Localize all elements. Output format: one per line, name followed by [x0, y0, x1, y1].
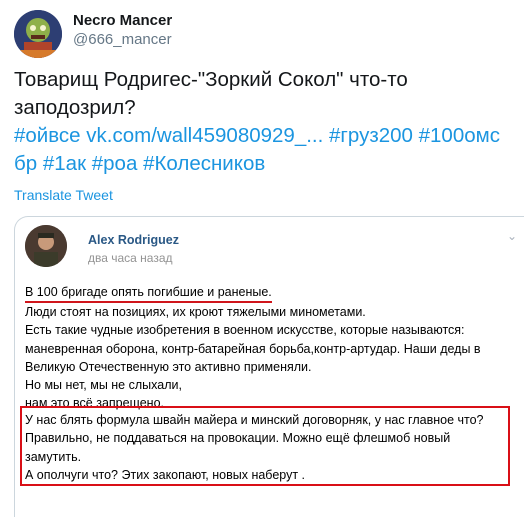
- hashtag-link[interactable]: #роа: [92, 152, 138, 175]
- attached-image[interactable]: Alex Rodriguez два часа назад ⌄ В 100 бр…: [14, 216, 524, 517]
- hashtag-link[interactable]: #груз200: [329, 124, 413, 147]
- avatar[interactable]: [14, 10, 62, 58]
- vk-line: Великую Отечественную это активно примен…: [25, 359, 312, 374]
- tweet-text-plain: Товарищ Родригес-"Зоркий Сокол" что-то з…: [14, 68, 408, 119]
- vk-author-name: Alex Rodriguez: [88, 233, 179, 247]
- vk-boxed-line: Правильно, не поддаваться на провокации.…: [25, 431, 451, 446]
- tweet: Necro Mancer @666_mancer Товарищ Родриге…: [0, 0, 524, 517]
- user-handle[interactable]: @666_mancer: [73, 31, 172, 48]
- vk-time-label: два часа назад: [88, 251, 173, 265]
- hashtag-link[interactable]: #ойвсе: [14, 124, 81, 147]
- vk-line-underlined: В 100 бригаде опять погибшие и раненые.: [25, 284, 272, 303]
- tweet-text: Товарищ Родригес-"Зоркий Сокол" что-то з…: [14, 66, 519, 178]
- hashtag-link[interactable]: #Колесников: [143, 152, 265, 175]
- hashtag-link[interactable]: бр: [14, 152, 37, 175]
- vk-boxed-line: У нас блять формула швайн майера и минск…: [25, 413, 484, 427]
- vk-line: Но мы нет, мы не слыхали,: [25, 378, 182, 393]
- vk-line: маневренная оборона, контр-батарейная бо…: [25, 341, 481, 356]
- hashtag-link[interactable]: #1ак: [43, 152, 86, 175]
- vk-line: Есть такие чудные изобретения в военном …: [25, 323, 465, 338]
- vk-line: Люди стоят на позициях, их кроют тяжелым…: [25, 305, 366, 319]
- translate-tweet-link[interactable]: Translate Tweet: [14, 187, 113, 203]
- vk-boxed-text: У нас блять формула швайн майера и минск…: [25, 411, 515, 484]
- vk-post-text: В 100 бригаде опять погибшие и раненые. …: [25, 283, 524, 413]
- soldier-avatar-image: [25, 225, 67, 267]
- user-name[interactable]: Necro Mancer: [73, 12, 172, 29]
- zombie-avatar-image: [14, 10, 62, 58]
- url-link[interactable]: vk.com/wall459080929_...: [86, 124, 323, 147]
- vk-boxed-line: А ополчуги что? Этих закопают, новых наб…: [25, 467, 306, 482]
- chevron-down-icon: ⌄: [507, 229, 518, 243]
- vk-avatar: [25, 225, 67, 267]
- vk-boxed-line: замутить.: [25, 449, 82, 464]
- hashtag-link[interactable]: #100омс: [419, 124, 500, 147]
- vk-post-time: два часа назад: [88, 251, 177, 265]
